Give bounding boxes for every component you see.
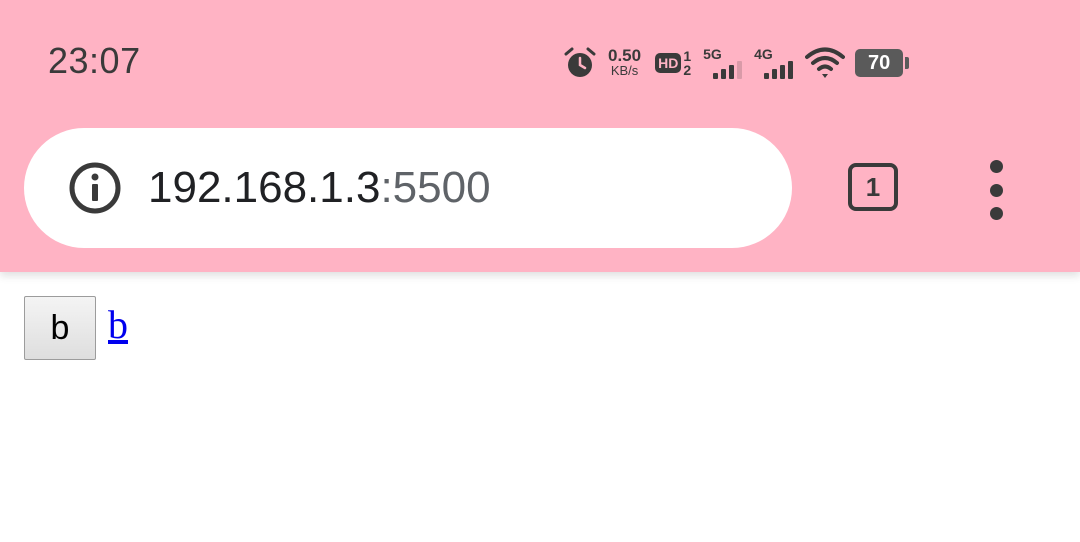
status-icons: 0.50 KB/s HD 1 2 5G 4G 70 xyxy=(562,38,910,88)
alarm-icon xyxy=(564,47,596,77)
status-time: 23:07 xyxy=(48,40,141,81)
tab-count: 1 xyxy=(865,171,881,202)
hd-voice-icon: HD 1 2 xyxy=(655,49,691,77)
signal-4g-icon: 4G xyxy=(754,46,794,79)
sim2-network-label: 4G xyxy=(754,46,773,62)
page-button[interactable]: b xyxy=(24,296,96,360)
browser-top-bar: 23:07 0.50 KB/s HD 1 2 5G 4G 70 192.168.… xyxy=(0,0,1080,272)
wifi-icon xyxy=(805,47,846,78)
network-speed-value: 0.50 xyxy=(608,46,642,65)
status-bar: 23:07 0.50 KB/s HD 1 2 5G 4G 70 xyxy=(0,0,1080,120)
hd-sim-top: 1 xyxy=(683,48,692,64)
battery-level: 70 xyxy=(868,51,891,74)
tab-switcher-button[interactable]: 1 xyxy=(848,163,898,211)
more-vert-icon[interactable] xyxy=(980,160,1012,220)
battery-icon: 70 xyxy=(855,49,910,77)
hd-sim-bottom: 2 xyxy=(683,62,692,78)
info-icon[interactable] xyxy=(68,161,122,215)
url-text[interactable]: 192.168.1.3:5500 xyxy=(148,163,491,213)
hd-label: HD xyxy=(655,53,682,73)
page-content: b b xyxy=(24,296,128,360)
url-host: 192.168.1.3 xyxy=(148,163,381,212)
url-port: :5500 xyxy=(380,163,491,212)
network-speed: 0.50 KB/s xyxy=(608,46,642,78)
signal-5g-icon: 5G xyxy=(703,46,743,79)
page-link[interactable]: b xyxy=(108,301,128,348)
network-speed-unit: KB/s xyxy=(610,63,639,78)
address-bar[interactable]: 192.168.1.3:5500 xyxy=(24,128,792,248)
sim1-network-label: 5G xyxy=(703,46,722,62)
